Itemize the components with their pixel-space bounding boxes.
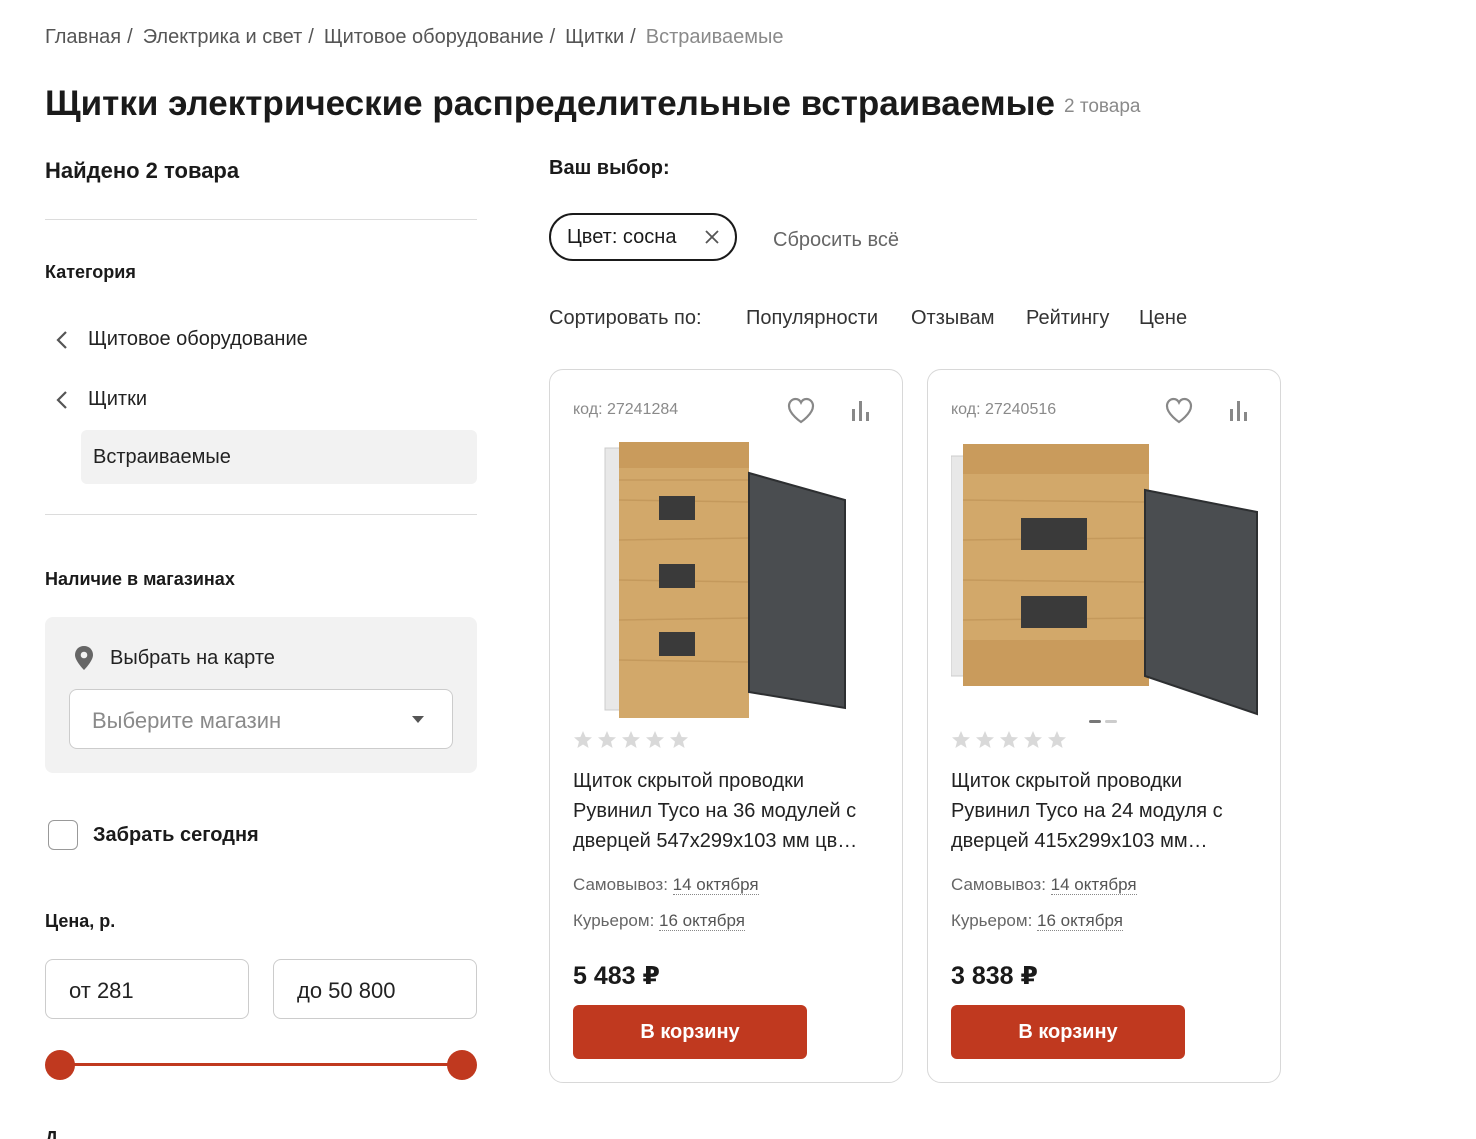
close-icon[interactable]: [705, 230, 719, 244]
product-code: код: 27240516: [951, 401, 1057, 418]
sort-popularity[interactable]: Популярности: [746, 307, 878, 330]
pickup-label: Самовывоз:: [573, 875, 668, 894]
compare-chart-icon[interactable]: [1228, 399, 1250, 423]
price-to-input[interactable]: до 50 800: [273, 959, 477, 1019]
star-icon: [952, 731, 970, 748]
breadcrumb: Главная / Электрика и свет / Щитовое обору…: [45, 26, 784, 49]
page-title: Щитки электрические распределительные вс…: [45, 84, 1056, 123]
courier-label: Курьером:: [573, 911, 655, 930]
category-label: Щитки: [88, 388, 148, 410]
price-from-input[interactable]: от 281: [45, 959, 249, 1019]
map-pin-icon: [75, 646, 93, 670]
pickup-info: Самовывоз: 14 октября: [573, 875, 759, 895]
product-card[interactable]: код: 27241284 Щиток скрытой проводки Рув…: [549, 369, 903, 1083]
divider: [45, 219, 477, 220]
rating-stars: [951, 730, 1067, 750]
star-icon: [1024, 731, 1042, 748]
sort-price[interactable]: Цене: [1139, 307, 1187, 330]
sort-reviews[interactable]: Отзывам: [911, 307, 995, 330]
pickup-label: Самовывоз:: [951, 875, 1046, 894]
star-icon: [598, 731, 616, 748]
product-image[interactable]: [573, 440, 881, 722]
store-select-placeholder: Выберите магазин: [92, 708, 282, 733]
compare-chart-icon[interactable]: [850, 399, 872, 423]
rating-stars: [573, 730, 689, 750]
courier-info: Курьером: 16 октября: [573, 911, 745, 931]
pickup-date[interactable]: 14 октября: [672, 875, 759, 895]
product-price: 5 483 ₽: [573, 962, 660, 990]
reset-all-link[interactable]: Сбросить всё: [773, 229, 899, 252]
your-choice-label: Ваш выбор:: [549, 157, 670, 179]
product-card[interactable]: код: 27240516 Щиток скрытой проводки Рув…: [927, 369, 1281, 1083]
breadcrumb-separator: /: [630, 26, 636, 48]
product-count: 2 товара: [1064, 96, 1141, 117]
pickup-today-checkbox[interactable]: [48, 820, 78, 850]
add-to-cart-button[interactable]: В корзину: [951, 1005, 1185, 1059]
sort-label: Сортировать по:: [549, 307, 702, 329]
product-price: 3 838 ₽: [951, 962, 1038, 990]
breadcrumb-separator: /: [308, 26, 314, 48]
star-icon: [574, 731, 592, 748]
star-icon: [976, 731, 994, 748]
category-label: Щитовое оборудование: [88, 328, 308, 350]
star-icon: [1048, 731, 1066, 748]
courier-label: Курьером:: [951, 911, 1033, 930]
breadcrumb-separator: /: [549, 26, 556, 48]
product-name[interactable]: Щиток скрытой проводки Рувинил Tyco на 2…: [951, 766, 1261, 856]
courier-date[interactable]: 16 октября: [1037, 911, 1123, 931]
category-parent-panels[interactable]: Щитки: [52, 388, 147, 411]
star-icon: [622, 731, 640, 748]
product-name[interactable]: Щиток скрытой проводки Рувинил Tyco на 3…: [573, 766, 883, 856]
breadcrumb-panels[interactable]: Щитки: [565, 26, 624, 49]
category-parent-panel-equipment[interactable]: Щитовое оборудование: [52, 328, 308, 351]
active-filter-chip[interactable]: Цвет: сосна: [549, 213, 737, 261]
image-pagination: [1089, 720, 1117, 723]
category-active[interactable]: Встраиваемые: [81, 430, 477, 484]
breadcrumb-current: Встраиваемые: [645, 26, 784, 48]
breadcrumb-home[interactable]: Главная: [45, 26, 121, 49]
price-slider-track: [60, 1063, 462, 1066]
chevron-left-icon: [56, 330, 67, 349]
add-to-cart-button[interactable]: В корзину: [573, 1005, 807, 1059]
heart-icon[interactable]: [786, 397, 816, 425]
pickup-date[interactable]: 14 октября: [1050, 875, 1137, 895]
caret-down-icon: [412, 716, 424, 723]
courier-info: Курьером: 16 октября: [951, 911, 1123, 931]
sort-rating[interactable]: Рейтингу: [1026, 307, 1109, 330]
courier-date[interactable]: 16 октября: [659, 911, 745, 931]
breadcrumb-electrics[interactable]: Электрика и свет: [143, 26, 303, 49]
found-count: Найдено 2 товара: [45, 158, 240, 183]
store-selector-box: Выбрать на карте Выберите магазин: [45, 617, 477, 773]
price-slider-min-handle[interactable]: [45, 1050, 75, 1080]
product-image[interactable]: [951, 440, 1259, 722]
divider: [45, 514, 477, 515]
map-link-label: Выбрать на карте: [110, 646, 275, 669]
breadcrumb-panel-equipment[interactable]: Щитовое оборудование: [324, 26, 544, 49]
star-icon: [670, 731, 688, 748]
breadcrumb-separator: /: [127, 26, 133, 48]
next-section-title: Д: [45, 1128, 58, 1139]
star-icon: [646, 731, 664, 748]
category-title: Категория: [45, 262, 136, 282]
choose-on-map-link[interactable]: Выбрать на карте: [73, 645, 275, 671]
store-select[interactable]: Выберите магазин: [69, 689, 453, 749]
price-title: Цена, р.: [45, 911, 116, 931]
pickup-today-filter[interactable]: Забрать сегодня: [48, 820, 259, 850]
star-icon: [1000, 731, 1018, 748]
chevron-left-icon: [56, 390, 67, 409]
product-code: код: 27241284: [573, 401, 679, 418]
price-slider-max-handle[interactable]: [447, 1050, 477, 1080]
availability-title: Наличие в магазинах: [45, 569, 235, 589]
pickup-info: Самовывоз: 14 октября: [951, 875, 1137, 895]
chip-label: Цвет: сосна: [567, 225, 677, 248]
pickup-today-label: Забрать сегодня: [93, 823, 259, 846]
heart-icon[interactable]: [1164, 397, 1194, 425]
